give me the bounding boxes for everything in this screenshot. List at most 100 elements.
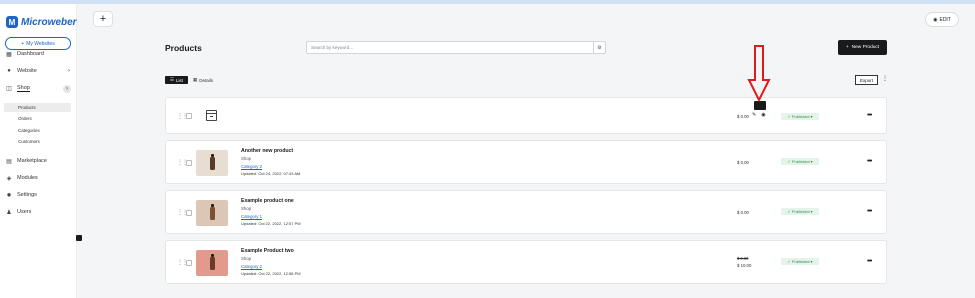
table-row[interactable]: ⋮⋮ Example product one Shop Category 1 U… [165,190,887,234]
sidebar-subitem-orders[interactable]: Orders [18,116,32,121]
product-updated: Updated: Oct 24, 2022, 07:43 AM [241,171,301,176]
row-checkbox[interactable] [186,260,192,266]
product-title[interactable]: Another new product [241,148,293,154]
eye-icon[interactable]: ◉ [761,112,765,118]
sidebar-subitem-customers[interactable]: Customers [18,139,40,144]
logo[interactable]: M Microweber [6,16,77,28]
sidebar-item-website[interactable]: ● Website › [6,68,70,74]
search-input[interactable]: Search by keyword... ⚙ [306,41,606,54]
product-updated: Updated: Oct 22, 2022, 12:58 PM [241,271,301,276]
my-websites-label: My Websites [26,40,55,47]
check-icon: ✓ [787,159,791,164]
product-thumbnail[interactable] [196,200,228,226]
status-badge[interactable]: ✓ Published ▾ [781,158,819,165]
status-badge[interactable]: ✓ Published ▾ [781,208,819,215]
sidebar-subitem-categories[interactable]: Categories [18,128,40,133]
details-icon: ▦ [193,77,198,82]
sidebar-item-label: Modules [17,175,38,181]
export-button[interactable]: Export [855,75,878,85]
eye-icon: ◉ [933,16,938,23]
sidebar-collapse-button[interactable] [76,235,82,241]
modules-icon: ◈ [6,175,12,182]
price: $ 0.00 [737,114,749,119]
row-checkbox[interactable] [186,113,192,119]
more-horizontal-icon[interactable]: ••• [867,112,872,119]
sidebar: M Microweber + My Websites ▦ Dashboard ●… [0,4,77,298]
more-horizontal-icon[interactable]: ••• [867,208,872,215]
table-row[interactable]: ⋮⋮ Example Product two Shop Category 2 U… [165,240,887,284]
sidebar-item-dashboard[interactable]: ▦ Dashboard [6,51,70,58]
price-old: $ 0.00 [737,256,749,261]
product-category[interactable]: Category 2 [241,264,262,269]
chevron-right-icon: › [68,68,70,74]
status-label: Published [791,259,810,264]
sidebar-item-settings[interactable]: ✹ Settings [6,192,70,199]
product-title[interactable]: Example Product two [241,248,294,254]
logo-text: Microweber [21,16,77,28]
more-vertical-icon[interactable]: ⋮ [882,75,888,82]
bottle-image [209,203,215,220]
archive-icon [206,110,217,121]
chevron-down-icon: ▾ [810,259,813,264]
view-list-button[interactable]: ☰ List [165,76,188,84]
status-badge[interactable]: ✓ Published ▾ [781,258,819,265]
sidebar-item-label: Shop [17,85,30,92]
product-thumbnail[interactable] [196,150,228,176]
more-horizontal-icon[interactable]: ••• [867,258,872,265]
sidebar-subitem-products[interactable]: Products [4,103,71,112]
price: $ 0.00 [737,160,749,165]
product-category[interactable]: Category 2 [241,164,262,169]
view-details-label: Details [199,77,214,83]
product-category[interactable]: Category 1 [241,214,262,219]
marketplace-icon: ▤ [6,158,12,165]
status-label: Published [791,114,810,119]
sidebar-item-modules[interactable]: ◈ Modules [6,175,70,182]
pencil-icon[interactable]: ✎ [752,112,756,118]
sidebar-item-label: Settings [17,192,37,198]
product-thumbnail[interactable] [196,250,228,276]
sidebar-item-users[interactable]: ♟ Users [6,209,70,216]
edit-label: EDIT [939,16,951,23]
list-icon: ☰ [169,77,175,82]
status-badge[interactable]: ✓ Published ▾ [781,113,819,120]
bottle-image [209,153,215,170]
product-shop: Shop [241,206,252,211]
plus-icon: + [845,45,849,50]
shop-icon: ◫ [6,86,12,92]
gear-icon: ✹ [6,192,12,199]
sidebar-item-marketplace[interactable]: ▤ Marketplace [6,158,70,165]
new-product-button[interactable]: + New Product [838,40,887,55]
page-title: Products [165,43,202,53]
edit-button[interactable]: ◉ EDIT [925,12,959,27]
filter-icon[interactable]: ⚙ [593,42,605,53]
check-icon: ✓ [787,259,791,264]
product-shop: Shop [241,156,252,161]
table-row[interactable]: ⋮⋮ Another new product Shop Category 2 U… [165,140,887,184]
row-actions: ✎ ◉ [752,112,766,118]
check-icon: ✓ [787,114,791,119]
add-button[interactable]: + [93,11,113,27]
product-title[interactable]: Example product one [241,198,294,204]
table-row[interactable]: ⋮⋮ ✎ ◉ $ 0.00 ✓ Published ▾ ••• [165,97,887,134]
dashboard-icon: ▦ [6,51,12,58]
chevron-right-icon[interactable]: › [63,84,71,93]
sidebar-item-label: Dashboard [17,51,44,57]
sidebar-item-shop[interactable]: ◫ Shop › [6,84,71,93]
status-label: Published [791,209,810,214]
product-updated: Updated: Oct 22, 2022, 12:57 PM [241,221,301,226]
more-horizontal-icon[interactable]: ••• [867,158,872,165]
row-checkbox[interactable] [186,210,192,216]
globe-icon: ● [7,68,11,74]
browser-top-strip [0,0,975,4]
search-placeholder: Search by keyword... [311,45,354,50]
sidebar-item-label: Website [17,68,37,74]
row-checkbox[interactable] [186,160,192,166]
annotation-arrow-icon [747,45,771,102]
chevron-down-icon: ▾ [810,114,813,119]
chevron-down-icon: ▾ [810,209,813,214]
view-details-button[interactable]: ▦ Details [193,76,213,84]
plus-icon: + [21,40,25,47]
view-list-label: List [176,77,184,83]
users-icon: ♟ [6,209,12,216]
my-websites-button[interactable]: + My Websites [5,37,71,50]
